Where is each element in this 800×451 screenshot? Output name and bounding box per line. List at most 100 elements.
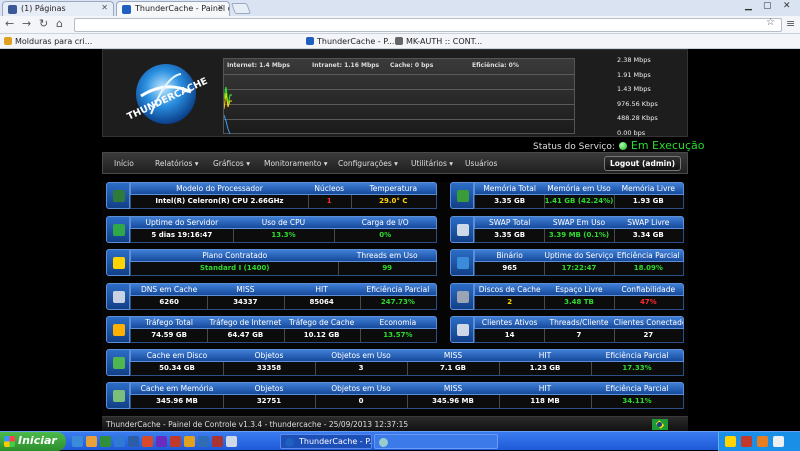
app-icon[interactable] (226, 436, 237, 447)
close-window-icon[interactable]: ✕ (783, 1, 791, 11)
panel-value-cell: 118 MB (530, 397, 560, 405)
status-led-icon (618, 142, 627, 150)
app-icon[interactable] (184, 436, 195, 447)
chrome-icon (285, 438, 294, 447)
tray-icon[interactable] (773, 436, 784, 447)
tray-icon[interactable] (725, 436, 736, 447)
panel-value-cell: 5 dias 19:16:47 (151, 231, 213, 239)
swap-icon (450, 216, 474, 243)
panel-header-cell: Uptime do Servidor (145, 218, 219, 227)
word-icon[interactable] (128, 436, 139, 447)
bookmark-molduras[interactable]: Molduras para cri... (4, 37, 92, 46)
memory-cache-icon (106, 382, 130, 409)
forward-icon[interactable]: → (22, 17, 31, 30)
browser-toolbar: ← → ↻ ⌂ ☆ ≡ (0, 16, 800, 34)
mk-auth-icon (395, 37, 403, 45)
brazil-flag-icon[interactable] (652, 419, 668, 430)
minimize-icon[interactable]: ▁ (745, 1, 752, 11)
bookmark-mk-auth[interactable]: MK-AUTH :: CONT... (395, 37, 482, 46)
app-icon[interactable] (212, 436, 223, 447)
cell-divider (613, 229, 615, 242)
star-icon[interactable]: ☆ (766, 17, 775, 28)
tray-icon[interactable] (757, 436, 768, 447)
taskbar-item-thundercache[interactable]: ThunderCache - P... (280, 434, 372, 449)
panel-header-cell: Memória Total (483, 184, 536, 193)
panel-value-cell: 3.35 GB (494, 197, 526, 205)
menu-configuracoes[interactable]: Configurações ▾ (338, 159, 398, 168)
panel-header-cell: MISS (443, 351, 463, 360)
panel-value-cell: 345.96 MB (156, 397, 198, 405)
close-icon[interactable]: ✕ (217, 3, 224, 12)
panel-value-cell: 7.1 GB (440, 364, 466, 372)
thundercache-icon (122, 5, 131, 14)
panel-value-cell: 13.57% (383, 331, 413, 339)
explorer-icon[interactable] (86, 436, 97, 447)
start-button[interactable]: Iniciar (0, 432, 66, 451)
bookmark-thundercache[interactable]: ThunderCache - P... (306, 37, 394, 46)
service-status: Status do Serviço: Em Execução (533, 139, 704, 152)
panel-header-cell: DNS em Cache (141, 285, 198, 294)
header: THUNDERCACHE Internet: 1.4 Mbps Intranet… (102, 49, 688, 137)
panel-value-cell: 1.93 GB (632, 197, 664, 205)
windows-taskbar: Iniciar ThunderCache - P... (0, 431, 800, 451)
home-icon[interactable]: ⌂ (56, 17, 63, 30)
windows-logo-icon (4, 436, 15, 447)
panel-headers: DNS em Cache MISS HIT Eficiência Parcial (130, 283, 437, 296)
panel-headers: Uptime do Servidor Uso de CPU Carga de I/O (130, 216, 437, 229)
maximize-icon[interactable]: ▢ (763, 1, 772, 11)
panel-value-cell: 345.96 MB (432, 397, 474, 405)
app-icon[interactable] (170, 436, 181, 447)
panel-headers: Plano Contratado Threads em Uso (130, 249, 437, 262)
address-bar[interactable] (74, 18, 782, 32)
media-icon[interactable] (100, 436, 111, 447)
taskbar-item-blank[interactable] (374, 434, 498, 449)
dashboard-panels: Modelo do Processador Núcleos Temperatura I… (102, 182, 688, 418)
menu-relatorios[interactable]: Relatórios ▾ (155, 159, 199, 168)
app-icon[interactable] (198, 436, 209, 447)
stat-panel: Cache em Memória Objetos Objetos em Uso MIS… (106, 382, 684, 409)
menu-graficos[interactable]: Gráficos ▾ (213, 159, 250, 168)
app-icon (379, 438, 388, 447)
panel-value-cell: 3.35 GB (494, 231, 526, 239)
cell-divider (544, 296, 546, 309)
menu-monitoramento[interactable]: Monitoramento ▾ (264, 159, 327, 168)
panel-header-cell: Núcleos (314, 184, 345, 193)
logout-button[interactable]: Logout (admin) (604, 156, 681, 171)
panel-value-cell: 7 (576, 331, 582, 339)
cell-divider (359, 296, 361, 309)
app-icon[interactable] (156, 436, 167, 447)
menu-utilitarios[interactable]: Utilitários ▾ (411, 159, 453, 168)
tray-icon[interactable] (741, 436, 752, 447)
ie-icon[interactable] (114, 436, 125, 447)
menu-usuarios[interactable]: Usuários (465, 159, 497, 168)
panel-header-cell: Objetos em Uso (331, 384, 391, 393)
tab-paginas[interactable]: (1) Páginas ✕ (2, 1, 114, 16)
scale-label: 2.38 Mbps (617, 56, 651, 64)
tab-label: ThunderCache - Painel d (135, 4, 230, 13)
panel-header-cell: Carga de I/O (361, 218, 409, 227)
back-icon[interactable]: ← (5, 17, 14, 30)
panel-header-cell: HIT (315, 285, 328, 294)
panel-header-cell: SWAP Em Uso (552, 218, 606, 227)
menu-icon[interactable]: ≡ (786, 17, 795, 30)
panel-values: 50.34 GB 33358 3 7.1 GB 1.23 GB 17.33% (130, 362, 684, 376)
cell-divider (407, 395, 408, 408)
cell-divider (359, 329, 361, 342)
panel-value-cell: 17:22:47 (561, 264, 597, 272)
stat-panel: Binário Uptime do Serviço Eficiência Parci… (450, 249, 684, 276)
cell-divider (499, 362, 500, 375)
new-tab-button[interactable] (230, 3, 252, 14)
panel-headers: Memória Total Memória em Uso Memória Livre (474, 182, 684, 195)
panel-value-cell: 50.34 GB (159, 364, 195, 372)
bookmark-label: ThunderCache - P... (317, 37, 395, 46)
close-icon[interactable]: ✕ (101, 3, 108, 12)
panel-values: 5 dias 19:16:47 13.3% 0% (130, 229, 437, 243)
menu-inicio[interactable]: Início (114, 159, 134, 168)
tab-thundercache[interactable]: ThunderCache - Painel d ✕ (116, 1, 230, 16)
reload-icon[interactable]: ↻ (39, 17, 48, 30)
cell-divider (223, 362, 224, 375)
status-label: Status do Serviço: (533, 142, 615, 152)
show-desktop-icon[interactable] (72, 436, 83, 447)
panel-headers: SWAP Total SWAP Em Uso SWAP Livre (474, 216, 684, 229)
app-icon[interactable] (142, 436, 153, 447)
